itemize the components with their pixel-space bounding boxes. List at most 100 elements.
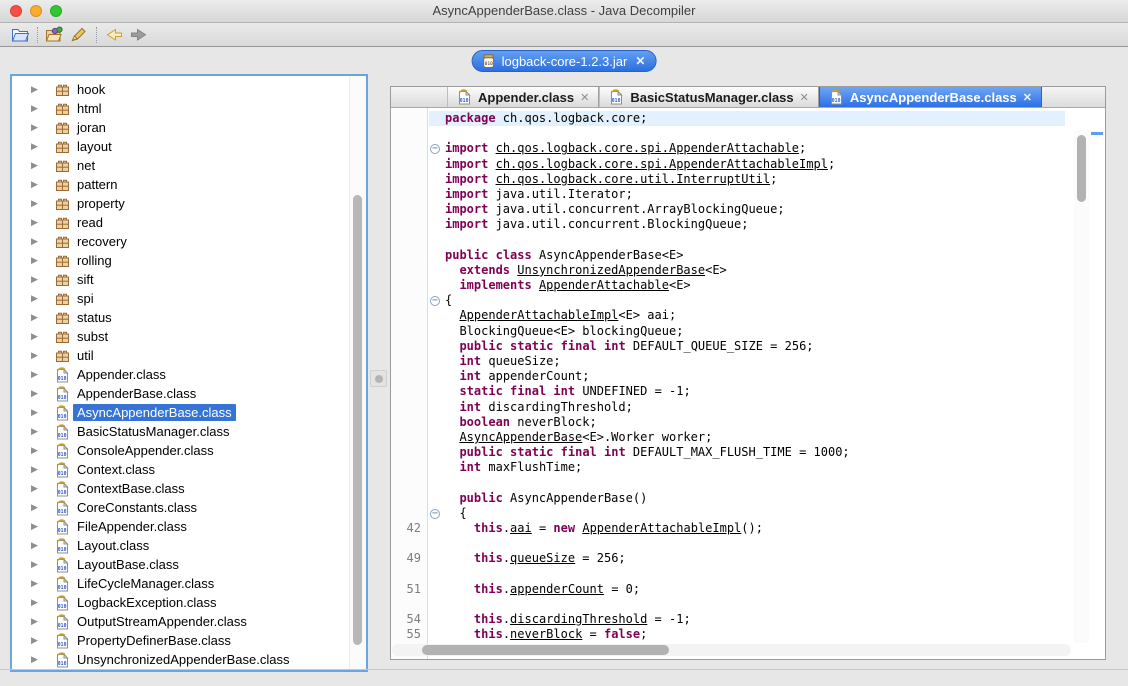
horizontal-scrollbar[interactable] [392, 644, 1071, 656]
code-line[interactable]: public static final int DEFAULT_MAX_FLUS… [429, 445, 1065, 460]
code-link[interactable]: AppenderAttachableImpl [582, 521, 741, 535]
disclosure-triangle-icon[interactable]: ▶ [31, 464, 42, 475]
code-line[interactable] [429, 233, 1065, 248]
disclosure-triangle-icon[interactable]: ▶ [31, 559, 42, 570]
code-line[interactable]: this.aai = new AppenderAttachableImpl(); [429, 521, 1065, 536]
editor-tab-basicstatusmanager-class[interactable]: 010 BasicStatusManager.class ✕ [599, 87, 819, 107]
disclosure-triangle-icon[interactable]: ▶ [31, 84, 42, 95]
code-line[interactable]: import ch.qos.logback.core.spi.AppenderA… [429, 157, 1065, 172]
code-line[interactable]: import ch.qos.logback.core.util.Interrup… [429, 172, 1065, 187]
code-line[interactable] [429, 536, 1065, 551]
editor-tab-appender-class[interactable]: 010 Appender.class ✕ [447, 87, 600, 107]
code-line[interactable]: int maxFlushTime; [429, 460, 1065, 475]
zoom-window-button[interactable] [50, 5, 62, 17]
tree-item-lifecyclemanager-class[interactable]: ▶ 010 LifeCycleManager.class [12, 574, 348, 593]
tree-item-layoutbase-class[interactable]: ▶ 010 LayoutBase.class [12, 555, 348, 574]
code-line[interactable]: − { [429, 506, 1065, 521]
disclosure-triangle-icon[interactable]: ▶ [31, 369, 42, 380]
code-line[interactable] [429, 126, 1065, 141]
tree-item-property[interactable]: ▶ property [12, 194, 348, 213]
disclosure-triangle-icon[interactable]: ▶ [31, 331, 42, 342]
code-link[interactable]: AppenderAttachable [539, 278, 669, 292]
tree-item-asyncappenderbase-class[interactable]: ▶ 010 AsyncAppenderBase.class [12, 403, 348, 422]
disclosure-triangle-icon[interactable]: ▶ [31, 635, 42, 646]
code-line[interactable]: import java.util.Iterator; [429, 187, 1065, 202]
disclosure-triangle-icon[interactable]: ▶ [31, 122, 42, 133]
tree-scrollbar-thumb[interactable] [353, 195, 362, 645]
code-line[interactable]: AsyncAppenderBase<E>.Worker worker; [429, 430, 1065, 445]
fold-marker-icon[interactable]: − [430, 508, 440, 519]
minimize-window-button[interactable] [30, 5, 42, 17]
disclosure-triangle-icon[interactable]: ▶ [31, 388, 42, 399]
back-arrow-icon[interactable] [102, 25, 126, 45]
code-line[interactable]: int queueSize; [429, 354, 1065, 369]
code-line[interactable] [429, 597, 1065, 612]
tree-item-appender-class[interactable]: ▶ 010 Appender.class [12, 365, 348, 384]
code-line[interactable]: this.discardingThreshold = -1; [429, 612, 1065, 627]
code-line[interactable]: this.neverBlock = false; [429, 627, 1065, 642]
disclosure-triangle-icon[interactable]: ▶ [31, 654, 42, 665]
code-line[interactable]: −{ [429, 293, 1065, 308]
tree-item-pattern[interactable]: ▶ pattern [12, 175, 348, 194]
disclosure-triangle-icon[interactable]: ▶ [31, 236, 42, 247]
code-link[interactable]: aai [510, 521, 532, 535]
disclosure-triangle-icon[interactable]: ▶ [31, 217, 42, 228]
disclosure-triangle-icon[interactable]: ▶ [31, 350, 42, 361]
tab-close-icon[interactable]: ✕ [1023, 91, 1032, 104]
code-line[interactable]: public AsyncAppenderBase() [429, 491, 1065, 506]
disclosure-triangle-icon[interactable]: ▶ [31, 255, 42, 266]
forward-arrow-icon[interactable] [126, 25, 150, 45]
fold-marker-icon[interactable]: − [430, 296, 440, 307]
disclosure-triangle-icon[interactable]: ▶ [31, 274, 42, 285]
code-link[interactable]: ch.qos.logback.core.spi.AppenderAttachab… [496, 157, 828, 171]
tree-item-fileappender-class[interactable]: ▶ 010 FileAppender.class [12, 517, 348, 536]
tab-close-icon[interactable]: ✕ [580, 91, 589, 104]
tree-item-outputstreamappender-class[interactable]: ▶ 010 OutputStreamAppender.class [12, 612, 348, 631]
code-link[interactable]: AppenderAttachableImpl [459, 308, 618, 322]
disclosure-triangle-icon[interactable]: ▶ [31, 426, 42, 437]
code-line[interactable]: implements AppenderAttachable<E> [429, 278, 1065, 293]
code-line[interactable]: int appenderCount; [429, 369, 1065, 384]
disclosure-triangle-icon[interactable]: ▶ [31, 483, 42, 494]
tree-item-status[interactable]: ▶ status [12, 308, 348, 327]
code-line[interactable]: public class AsyncAppenderBase<E> [429, 248, 1065, 263]
code-editor[interactable]: package ch.qos.logback.core; − import ch.q… [429, 108, 1065, 659]
tree-item-util[interactable]: ▶ util [12, 346, 348, 365]
code-line[interactable]: static final int UNDEFINED = -1; [429, 384, 1065, 399]
tree-item-basicstatusmanager-class[interactable]: ▶ 010 BasicStatusManager.class [12, 422, 348, 441]
code-link[interactable]: queueSize [510, 551, 575, 565]
code-line[interactable]: − import ch.qos.logback.core.spi.Appender… [429, 141, 1065, 156]
tree-item-appenderbase-class[interactable]: ▶ 010 AppenderBase.class [12, 384, 348, 403]
code-line[interactable] [429, 476, 1065, 491]
search-icon[interactable] [67, 25, 91, 45]
archive-tab[interactable]: 010 logback-core-1.2.3.jar ✕ [471, 50, 657, 72]
tree-item-hook[interactable]: ▶ hook [12, 80, 348, 99]
code-line[interactable]: import java.util.concurrent.BlockingQueu… [429, 217, 1065, 232]
code-link[interactable]: ch.qos.logback.core.spi.AppenderAttachab… [496, 141, 799, 155]
code-line[interactable]: this.appenderCount = 0; [429, 582, 1065, 597]
tree-item-context-class[interactable]: ▶ 010 Context.class [12, 460, 348, 479]
code-line[interactable]: extends UnsynchronizedAppenderBase<E> [429, 263, 1065, 278]
tab-close-icon[interactable]: ✕ [800, 91, 809, 104]
open-folder-icon[interactable] [8, 25, 32, 45]
code-line[interactable]: boolean neverBlock; [429, 415, 1065, 430]
fold-marker-icon[interactable]: − [430, 144, 440, 155]
tree-item-sift[interactable]: ▶ sift [12, 270, 348, 289]
disclosure-triangle-icon[interactable]: ▶ [31, 312, 42, 323]
tree-item-subst[interactable]: ▶ subst [12, 327, 348, 346]
code-line[interactable]: int discardingThreshold; [429, 400, 1065, 415]
disclosure-triangle-icon[interactable]: ▶ [31, 179, 42, 190]
code-link[interactable]: AsyncAppenderBase [459, 430, 582, 444]
tree-item-net[interactable]: ▶ net [12, 156, 348, 175]
code-line[interactable]: public static final int DEFAULT_QUEUE_SI… [429, 339, 1065, 354]
code-link[interactable]: appenderCount [510, 582, 604, 596]
tree-item-coreconstants-class[interactable]: ▶ 010 CoreConstants.class [12, 498, 348, 517]
disclosure-triangle-icon[interactable]: ▶ [31, 198, 42, 209]
tree-item-spi[interactable]: ▶ spi [12, 289, 348, 308]
disclosure-triangle-icon[interactable]: ▶ [31, 103, 42, 114]
close-window-button[interactable] [10, 5, 22, 17]
disclosure-triangle-icon[interactable]: ▶ [31, 521, 42, 532]
code-line[interactable]: this.queueSize = 256; [429, 551, 1065, 566]
vertical-scrollbar-thumb[interactable] [1077, 135, 1086, 202]
tree-item-layout[interactable]: ▶ layout [12, 137, 348, 156]
